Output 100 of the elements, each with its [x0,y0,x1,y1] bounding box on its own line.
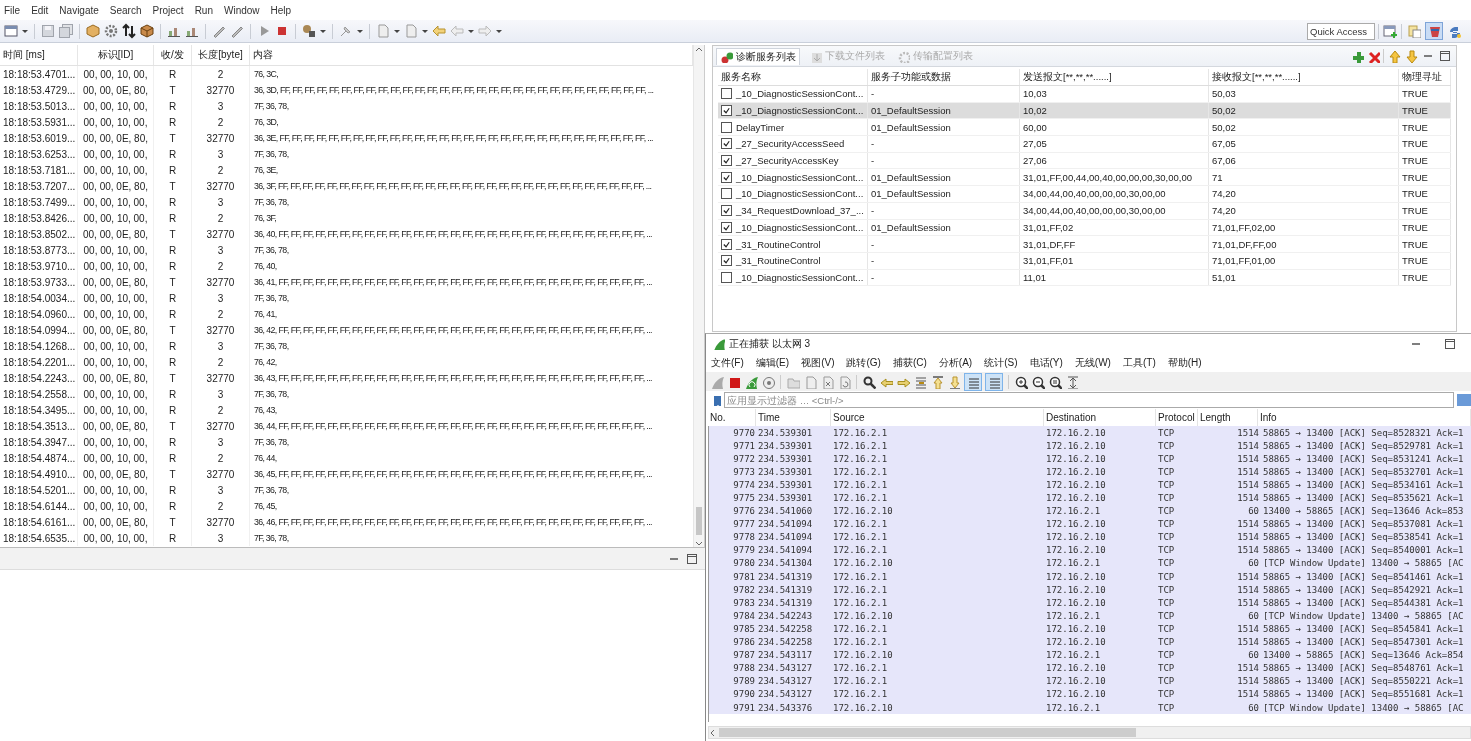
menu-item[interactable]: Help [269,3,293,17]
menu-item[interactable]: 统计(S) [984,355,1018,370]
menu-item[interactable]: 工具(T) [1122,355,1156,370]
filter-field[interactable]: 应用显示过滤器 … <Ctrl-/> [724,392,1454,408]
packet-row[interactable]: 9770 234.539301 172.16.2.1 172.16.2.10 TCP 1514 58865 → 13400 [ACK] Seq=8528321 Ack=1 [709,426,1471,440]
zoom-out-icon[interactable] [1031,374,1045,389]
delete-icon[interactable] [1367,49,1380,63]
table-row[interactable]: _10_DiagnosticSessionCont... 01_DefaultSession 34,00,44,00,40,00,00,00,30,00,00 74,20 TRUE [718,186,1451,203]
vertical-scrollbar[interactable] [693,45,704,547]
table-row[interactable]: _34_RequestDownload_37_... - 34,00,44,00,40,00,00,00,30,00,00 74,20 TRUE [718,202,1451,220]
packet-row[interactable]: 9783 234.541319 172.16.2.1 172.16.2.10 TCP 1514 58865 → 13400 [ACK] Seq=8544381 Ack=1 [709,596,1471,610]
gear-icon[interactable] [103,23,119,39]
go-to-packet-icon[interactable] [913,374,927,389]
table-row[interactable]: _10_DiagnosticSessionCont... - 11,01 51,01 TRUE [718,269,1451,287]
column-header[interactable]: 接收报文[**,**,**......] [1209,69,1399,85]
close-file-icon[interactable] [820,374,834,389]
up-arrow-icon[interactable] [1387,49,1401,63]
checkbox[interactable] [721,255,732,267]
tab[interactable]: 诊断服务列表 [716,47,800,65]
packet-row[interactable]: 9785 234.542258 172.16.2.1 172.16.2.10 TCP 1514 58865 → 13400 [ACK] Seq=8545841 Ack=1 [709,622,1471,636]
save-icon[interactable] [40,23,56,39]
resize-columns-icon[interactable] [1065,374,1079,389]
zoom-in-icon[interactable] [1014,374,1028,389]
checkbox[interactable] [721,238,732,250]
swap-arrows-icon[interactable] [121,23,137,39]
down-arrow-icon[interactable] [1404,49,1418,63]
packet-row[interactable]: 9782 234.541319 172.16.2.1 172.16.2.10 TCP 1514 58865 → 13400 [ACK] Seq=8542921 Ack=1 [709,583,1471,597]
checkbox[interactable] [721,205,732,217]
column-header[interactable]: 物理寻址 [1399,69,1451,85]
menu-item[interactable]: Navigate [58,3,100,17]
checkbox[interactable] [721,138,732,150]
checkbox[interactable] [721,121,732,133]
column-header[interactable]: 服务名称 [718,69,868,85]
table-row[interactable]: DelayTimer 01_DefaultSession 60,00 50,02 TRUE [718,119,1451,137]
menu-item[interactable]: 电话(Y) [1029,355,1063,370]
cube-icon[interactable] [85,23,101,39]
table-row[interactable]: _10_DiagnosticSessionCont... 01_DefaultSession 31,01,FF,00,44,00,40,00,00,00,30,00,00 71 TRUE [718,169,1451,187]
zoom-reset-icon[interactable] [1048,374,1062,389]
menu-item[interactable]: Run [193,3,214,17]
scroll-up-icon[interactable] [695,45,703,53]
maximize-icon[interactable] [1438,49,1452,63]
menu-item[interactable]: 帮助(H) [1167,355,1202,370]
packet-row[interactable]: 9784 234.542243 172.16.2.10 172.16.2.1 TCP 60 [TCP Window Update] 13400 → 58865 [AC [709,609,1471,623]
checkbox[interactable] [721,88,732,100]
menu-item[interactable]: 无线(W) [1074,355,1111,370]
packet-row[interactable]: 9773 234.539301 172.16.2.1 172.16.2.10 TCP 1514 58865 → 13400 [ACK] Seq=8532701 Ack=1 [709,465,1471,479]
menu-item[interactable]: Project [151,3,185,17]
maximize-icon[interactable] [1443,336,1457,351]
menu-item[interactable]: File [3,3,22,17]
packet-row[interactable]: 9772 234.539301 172.16.2.1 172.16.2.10 TCP 1514 58865 → 13400 [ACK] Seq=8531241 Ack=1 [709,452,1471,466]
horizontal-scrollbar[interactable] [708,726,1471,739]
column-header[interactable]: 长度[byte] [192,45,250,65]
column-header[interactable]: 标识[ID] [78,45,154,65]
packet-row[interactable]: 9774 234.539301 172.16.2.1 172.16.2.10 TCP 1514 58865 → 13400 [ACK] Seq=8534161 Ack=1 [709,478,1471,492]
fin-icon[interactable] [710,374,724,389]
table-row[interactable]: _27_SecurityAccessSeed - 27,05 67,05 TRUE [718,136,1451,153]
packet-row[interactable]: 9771 234.539301 172.16.2.1 172.16.2.10 TCP 1514 58865 → 13400 [ACK] Seq=8529781 Ack=1 [709,439,1471,453]
scrollbar-thumb[interactable] [696,507,702,535]
menu-item[interactable]: 跳转(G) [846,355,881,370]
scroll-left-icon[interactable] [709,728,717,737]
column-header[interactable]: 收/发 [154,45,192,65]
menu-item[interactable]: 文件(F) [711,355,744,370]
scrollbar-thumb[interactable] [719,728,1136,737]
column-header[interactable]: 发送报文[**,**,**......] [1020,69,1209,85]
save-all-icon[interactable] [58,23,74,39]
column-header[interactable]: 服务子功能或数据 [868,69,1020,85]
checkbox[interactable] [721,155,732,167]
table-row[interactable]: _31_RoutineControl - 31,01,DF,FF 71,01,DF,FF,00 TRUE [718,236,1451,253]
table-row[interactable]: _31_RoutineControl - 31,01,FF,01 71,01,FF,01,00 TRUE [718,252,1451,270]
first-packet-icon[interactable] [930,374,944,389]
table-row[interactable]: _27_SecurityAccessKey - 27,06 67,06 TRUE [718,152,1451,170]
maximize-icon[interactable] [685,551,699,566]
menu-item[interactable]: Window [223,3,261,17]
table-row[interactable]: _10_DiagnosticSessionCont... 01_DefaultSession 31,01,FF,02 71,01,FF,02,00 TRUE [718,219,1451,237]
menu-item[interactable]: 视图(V) [801,355,835,370]
checkbox[interactable] [721,105,732,117]
search-icon[interactable] [862,374,876,389]
package-icon[interactable] [139,23,155,39]
packet-row[interactable]: 9775 234.539301 172.16.2.1 172.16.2.10 TCP 1514 58865 → 13400 [ACK] Seq=8535621 Ack=1 [709,491,1471,505]
colorize-button[interactable] [985,372,1003,391]
scroll-down-icon[interactable] [695,539,703,547]
plus-icon[interactable] [1351,49,1364,63]
last-packet-icon[interactable] [947,374,961,389]
checkbox[interactable] [721,188,732,200]
search-icon[interactable] [301,23,317,39]
packet-row[interactable]: 9781 234.541319 172.16.2.1 172.16.2.10 TCP 1514 58865 → 13400 [ACK] Seq=8541461 Ack=1 [709,570,1471,584]
new-window-icon[interactable] [1382,23,1398,39]
menu-item[interactable]: Edit [30,3,50,17]
column-header[interactable]: 时间 [ms] [0,45,78,65]
autoscroll-button[interactable] [964,372,982,391]
checkbox[interactable] [721,171,732,183]
quick-access-field[interactable]: Quick Access [1307,22,1375,40]
checkbox[interactable] [721,221,732,233]
menu-item[interactable]: 分析(A) [938,355,973,370]
table-row[interactable]: _10_DiagnosticSessionCont... - 10,03 50,03 TRUE [718,86,1451,103]
menu-item[interactable]: 编辑(E) [755,355,790,370]
menu-item[interactable]: 捕获(C) [892,355,927,370]
restart-icon[interactable] [744,374,758,389]
menu-item[interactable]: Search [108,3,143,17]
checkbox[interactable] [721,271,732,283]
